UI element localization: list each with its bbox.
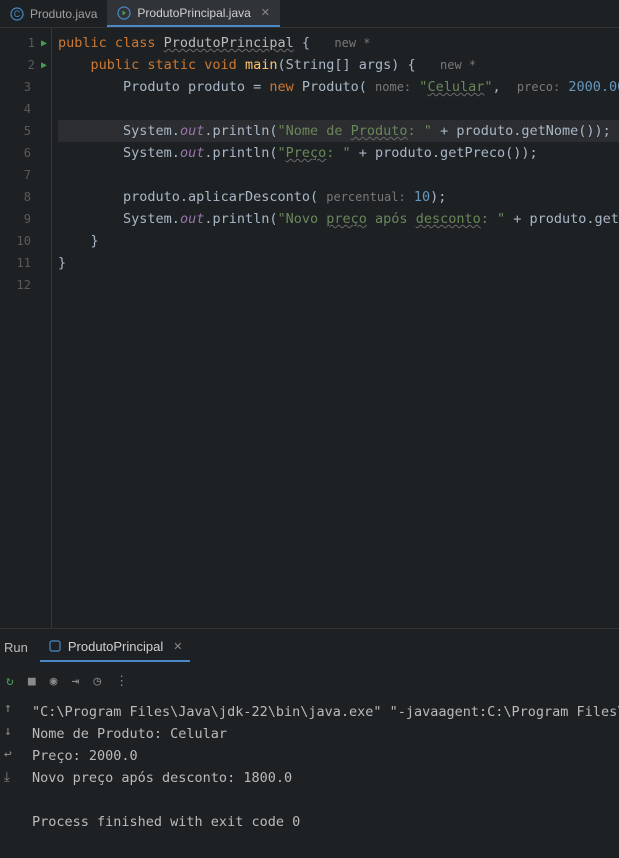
run-toolbar: ↻ ■ ◉ ⇥ ◷ ⋮ (0, 665, 619, 697)
java-runnable-icon (117, 6, 131, 20)
stop-icon[interactable]: ■ (28, 674, 36, 689)
scroll-end-icon[interactable]: ⤓ (4, 770, 20, 785)
code-editor[interactable]: 1 ▶ 2 ▶ 3 4 5 6 7 8 9 10 11 12 public clas… (0, 28, 619, 628)
line-number: 8 (13, 190, 31, 204)
code-content[interactable]: public class ProdutoPrincipal { new * pu… (52, 28, 619, 628)
line-number: 1 (17, 36, 35, 50)
run-config-name: ProdutoPrincipal (68, 639, 163, 654)
tab-produto-principal[interactable]: ProdutoPrincipal.java ✕ (107, 0, 280, 27)
run-gutter-icon[interactable]: ▶ (41, 38, 47, 49)
console-output[interactable]: "C:\Program Files\Java\jdk-22\bin\java.e… (24, 697, 619, 837)
output-line: Novo preço após desconto: 1800.0 (32, 767, 611, 789)
down-icon[interactable]: ↓ (4, 724, 20, 739)
java-class-icon: C (10, 7, 24, 21)
close-icon[interactable]: ✕ (261, 6, 270, 19)
rerun-icon[interactable]: ↻ (6, 674, 14, 689)
run-gutter-icon[interactable]: ▶ (41, 60, 47, 71)
output-line: "C:\Program Files\Java\jdk-22\bin\java.e… (32, 701, 611, 723)
line-number: 2 (17, 58, 35, 72)
code-line: System.out.println("Preço: " + produto.g… (58, 142, 619, 164)
code-line (58, 164, 619, 186)
code-line: System.out.println("Nome de Produto: " +… (58, 120, 619, 142)
line-number: 10 (13, 234, 31, 248)
code-line: System.out.println("Novo preço após desc… (58, 208, 619, 230)
code-line: produto.aplicarDesconto( percentual: 10)… (58, 186, 619, 208)
editor-tab-bar: C Produto.java ProdutoPrincipal.java ✕ (0, 0, 619, 28)
code-line: } (58, 230, 619, 252)
gutter: 1 ▶ 2 ▶ 3 4 5 6 7 8 9 10 11 12 (0, 28, 52, 628)
code-line (58, 274, 619, 296)
output-line (32, 789, 611, 811)
up-icon[interactable]: ↑ (4, 701, 20, 716)
run-config-tab[interactable]: ProdutoPrincipal ✕ (40, 633, 191, 662)
run-header: Run ProdutoPrincipal ✕ (0, 629, 619, 665)
code-line: public class ProdutoPrincipal { new * (58, 32, 619, 54)
line-number: 12 (13, 278, 31, 292)
run-panel: Run ProdutoPrincipal ✕ ↻ ■ ◉ ⇥ ◷ ⋮ ↑ ↓ ↩… (0, 628, 619, 837)
output-line: Nome de Produto: Celular (32, 723, 611, 745)
output-line: Process finished with exit code 0 (32, 811, 611, 833)
wrap-icon[interactable]: ↩ (4, 747, 20, 762)
layout-icon[interactable]: ⇥ (71, 674, 79, 689)
more-icon[interactable]: ⋮ (115, 674, 128, 689)
output-line: Preço: 2000.0 (32, 745, 611, 767)
code-line: Produto produto = new Produto( nome: "Ce… (58, 76, 619, 98)
line-number: 6 (13, 146, 31, 160)
profile-icon[interactable]: ◷ (93, 674, 101, 689)
code-line: public static void main(String[] args) {… (58, 54, 619, 76)
line-number: 3 (13, 80, 31, 94)
line-number: 7 (13, 168, 31, 182)
tab-label: ProdutoPrincipal.java (137, 6, 250, 20)
code-line (58, 98, 619, 120)
svg-text:C: C (14, 9, 21, 19)
run-body: ↑ ↓ ↩ ⤓ "C:\Program Files\Java\jdk-22\bi… (0, 697, 619, 837)
code-line: } (58, 252, 619, 274)
line-number: 11 (13, 256, 31, 270)
run-gutter: ↑ ↓ ↩ ⤓ (0, 697, 24, 837)
close-icon[interactable]: ✕ (173, 640, 182, 653)
line-number: 9 (13, 212, 31, 226)
tab-label: Produto.java (30, 7, 97, 21)
line-number: 5 (13, 124, 31, 138)
line-number: 4 (13, 102, 31, 116)
run-title: Run (4, 640, 28, 655)
java-run-icon (48, 639, 62, 653)
tab-produto[interactable]: C Produto.java (0, 0, 107, 27)
dump-icon[interactable]: ◉ (50, 674, 58, 689)
